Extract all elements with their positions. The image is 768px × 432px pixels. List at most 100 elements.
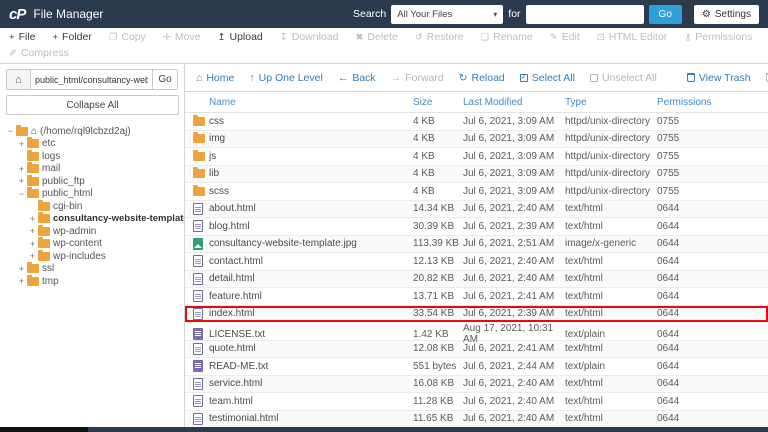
tree-item-cgi-bin[interactable]: cgi-bin (2, 200, 184, 213)
sidebar: ⌂ Go Collapse All −⌂(/home/rql9lcbzd2aj)… (0, 64, 185, 427)
html-file-icon (193, 343, 203, 355)
table-row[interactable]: blog.html30.39 KBJul 6, 2021, 2:39 AMtex… (185, 218, 768, 236)
move-label: Move (175, 31, 201, 43)
compress-button[interactable]: ✐Compress (9, 47, 69, 59)
tree-item-etc[interactable]: +etc (2, 138, 184, 151)
table-row[interactable]: LICENSE.txt1.42 KBAug 17, 2021, 10:31 AM… (185, 323, 768, 341)
table-row[interactable]: consultancy-website-template.jpg113.39 K… (185, 236, 768, 254)
file-type: text/html (565, 221, 657, 232)
file-button[interactable]: +File (9, 31, 35, 43)
copy-button[interactable]: ❐Copy (109, 31, 146, 43)
html-editor-button[interactable]: ⊡HTML Editor (597, 31, 668, 43)
column-header-type[interactable]: Type (565, 97, 657, 108)
select-all-button[interactable]: Select All (520, 72, 575, 84)
table-row[interactable]: js4 KBJul 6, 2021, 3:09 AMhttpd/unix-dir… (185, 148, 768, 166)
column-header-last-modified[interactable]: Last Modified (463, 97, 565, 108)
table-row[interactable]: READ-ME.txt551 bytesJul 6, 2021, 2:44 AM… (185, 358, 768, 376)
table-row[interactable]: about.html14.34 KBJul 6, 2021, 2:40 AMte… (185, 201, 768, 219)
expand-icon[interactable]: + (28, 251, 37, 261)
table-row[interactable]: contact.html12.13 KBJul 6, 2021, 2:40 AM… (185, 253, 768, 271)
expand-icon[interactable]: + (28, 239, 37, 249)
restore-button[interactable]: ↺Restore (415, 31, 464, 43)
table-row[interactable]: img4 KBJul 6, 2021, 3:09 AMhttpd/unix-di… (185, 131, 768, 149)
collapse-icon[interactable]: − (6, 126, 15, 136)
search-input[interactable] (526, 5, 644, 24)
html-file-icon (193, 273, 203, 285)
expand-icon[interactable]: + (17, 164, 26, 174)
tree-item-consultancy-website-template[interactable]: +consultancy-website-template (2, 213, 184, 226)
path-input[interactable] (31, 70, 152, 89)
tree-item-wp-content[interactable]: +wp-content (2, 238, 184, 251)
table-row[interactable]: css4 KBJul 6, 2021, 3:09 AMhttpd/unix-di… (185, 113, 768, 131)
search-go-button[interactable]: Go (649, 5, 682, 24)
file-name: READ-ME.txt (209, 361, 413, 372)
file-name: img (209, 133, 413, 144)
table-row[interactable]: scss4 KBJul 6, 2021, 3:09 AMhttpd/unix-d… (185, 183, 768, 201)
table-row[interactable]: testimonial.html11.65 KBJul 6, 2021, 2:4… (185, 411, 768, 429)
delete-button[interactable]: ✖Delete (355, 31, 397, 43)
tree-item-mail[interactable]: +mail (2, 163, 184, 176)
table-row[interactable]: feature.html13.71 KBJul 6, 2021, 2:41 AM… (185, 288, 768, 306)
rename-icon: ❏ (481, 32, 490, 43)
upload-button[interactable]: ↥Upload (218, 31, 263, 43)
expand-icon[interactable]: + (17, 139, 26, 149)
expand-icon[interactable]: + (17, 276, 26, 286)
folder-button[interactable]: +Folder (52, 31, 91, 43)
table-row[interactable]: quote.html12.08 KBJul 6, 2021, 2:41 AMte… (185, 341, 768, 359)
download-button[interactable]: ↧Download (280, 31, 339, 43)
tree-item-ssl[interactable]: +ssl (2, 263, 184, 276)
collapse-all-button[interactable]: Collapse All (6, 95, 179, 115)
settings-button[interactable]: ⚙ Settings (694, 5, 759, 24)
rename-button[interactable]: ❏Rename (481, 31, 533, 43)
path-go-button[interactable]: Go (152, 70, 177, 89)
tree-item-wp-admin[interactable]: +wp-admin (2, 225, 184, 238)
permissions-button[interactable]: ⚷Permissions (684, 31, 752, 43)
file-type: httpd/unix-directory (565, 186, 657, 197)
edit-button[interactable]: ✎Edit (550, 31, 580, 43)
table-row[interactable]: team.html11.28 KBJul 6, 2021, 2:40 AMtex… (185, 393, 768, 411)
move-button[interactable]: ✛Move (163, 31, 201, 43)
tree-item-public-ftp[interactable]: +public_ftp (2, 175, 184, 188)
table-row[interactable]: index.html33.54 KBJul 6, 2021, 2:39 AMte… (185, 306, 768, 324)
file-modified: Jul 6, 2021, 2:40 AM (463, 378, 565, 389)
file-name: index.html (209, 308, 413, 319)
expand-icon[interactable]: + (28, 214, 37, 224)
file-size: 4 KB (413, 133, 463, 144)
unselect-all-button[interactable]: Unselect All (590, 72, 657, 84)
column-header-name[interactable]: Name (209, 97, 413, 108)
back-button[interactable]: ←Back (338, 72, 376, 84)
key-icon: ⚷ (684, 32, 691, 43)
home-button[interactable]: ⌂Home (196, 72, 234, 84)
table-row[interactable]: service.html16.08 KBJul 6, 2021, 2:40 AM… (185, 376, 768, 394)
column-header-permissions[interactable]: Permissions (657, 97, 768, 108)
tree-item-tmp[interactable]: +tmp (2, 275, 184, 288)
up-one-level-button[interactable]: ↑Up One Level (249, 72, 322, 84)
tree-item-logs[interactable]: logs (2, 150, 184, 163)
folder-icon (193, 117, 205, 126)
compress-icon: ✐ (9, 48, 17, 59)
file-modified: Jul 6, 2021, 2:39 AM (463, 308, 565, 319)
search-label: Search (353, 8, 386, 20)
home-icon: ⌂ (31, 126, 37, 137)
tree-item--home-rql9lcbzd2aj-[interactable]: −⌂(/home/rql9lcbzd2aj) (2, 125, 184, 138)
tree-item-public-html[interactable]: −public_html (2, 188, 184, 201)
tree-item-wp-includes[interactable]: +wp-includes (2, 250, 184, 263)
file-perms: 0644 (657, 343, 768, 354)
forward-button[interactable]: →Forward (391, 72, 444, 84)
expand-icon[interactable]: + (17, 264, 26, 274)
column-header-size[interactable]: Size (413, 97, 463, 108)
expand-icon[interactable]: + (17, 176, 26, 186)
file-name: about.html (209, 203, 413, 214)
file-name: scss (209, 186, 413, 197)
view-trash-button[interactable]: View Trash (687, 72, 751, 84)
expand-icon[interactable]: + (28, 226, 37, 236)
tree-item-label: logs (42, 151, 60, 162)
search-scope-select[interactable]: All Your Files ▾ (391, 5, 503, 24)
collapse-icon[interactable]: − (17, 189, 26, 199)
file-type: httpd/unix-directory (565, 116, 657, 127)
home-icon[interactable]: ⌂ (7, 70, 31, 89)
up-one-level-label: Up One Level (259, 72, 323, 84)
reload-button[interactable]: ↻Reload (459, 72, 505, 84)
table-row[interactable]: lib4 KBJul 6, 2021, 3:09 AMhttpd/unix-di… (185, 166, 768, 184)
table-row[interactable]: detail.html20.82 KBJul 6, 2021, 2:40 AMt… (185, 271, 768, 289)
